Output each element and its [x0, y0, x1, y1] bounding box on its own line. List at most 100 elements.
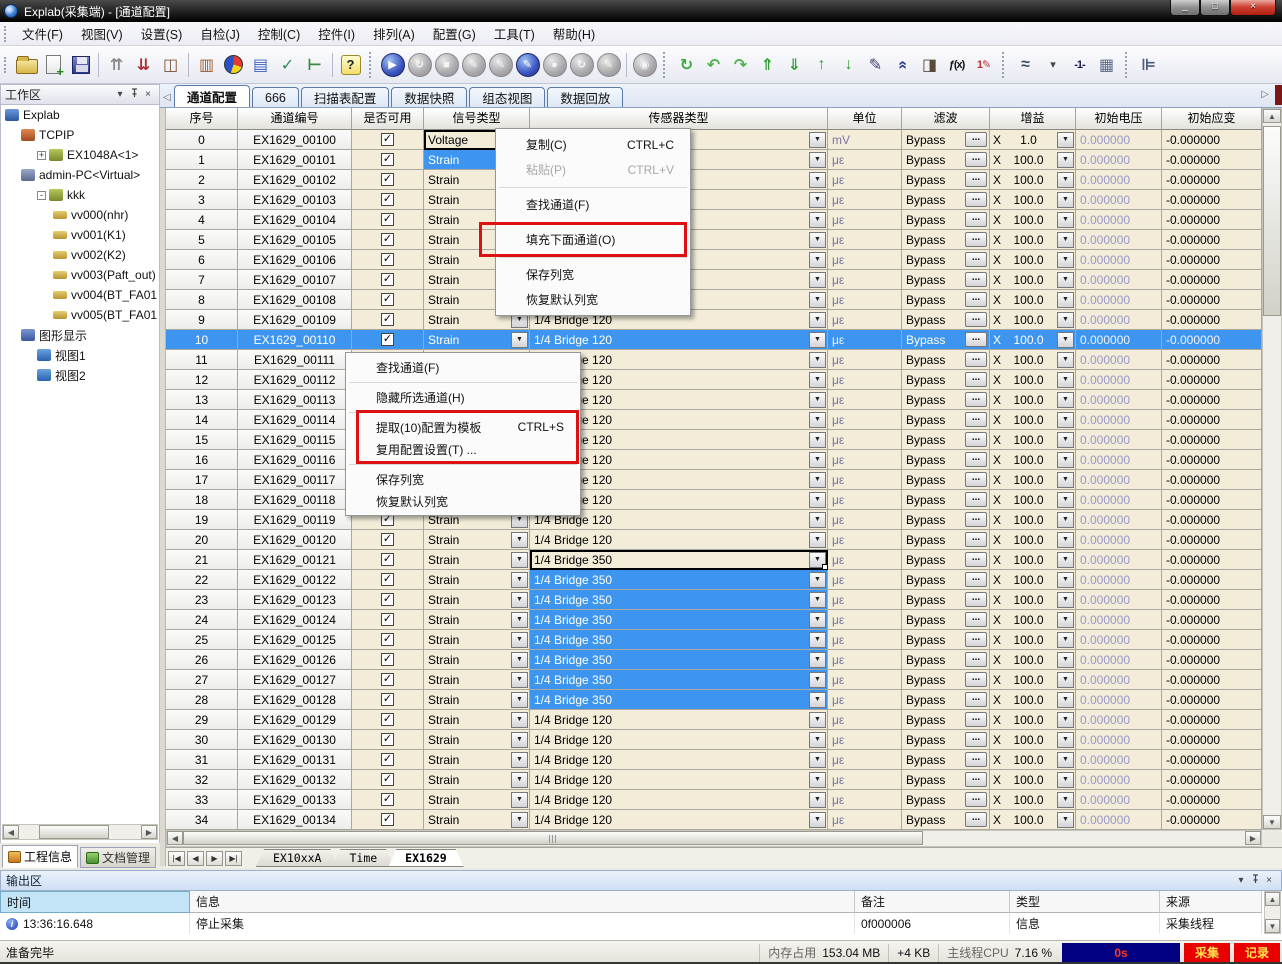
dropdown-arrow-icon[interactable]: ▼: [1057, 512, 1074, 528]
tree-node-vv005-bt_fa01[interactable]: vv005(BT_FA01: [1, 305, 159, 325]
cell-signal-type[interactable]: Strain▼: [424, 730, 530, 750]
dropdown-arrow-icon[interactable]: ▼: [1057, 332, 1074, 348]
cell-enabled[interactable]: ✓: [352, 770, 424, 790]
menu-item-8[interactable]: 工具(T): [485, 21, 544, 46]
checkbox-checked-icon[interactable]: ✓: [381, 153, 394, 166]
dropdown-arrow-icon[interactable]: ▼: [1057, 732, 1074, 748]
table-row[interactable]: 0EX1629_00100✓Voltage▼None▼mVBypass...X1…: [166, 130, 1262, 150]
menu-item-8[interactable]: 恢复默认列宽: [346, 490, 580, 512]
sheet-nav-0-icon[interactable]: |◀: [168, 851, 185, 866]
filter-browse-button[interactable]: ...: [965, 492, 987, 507]
cell-filter[interactable]: Bypass...: [902, 590, 990, 610]
record-indicator[interactable]: 记录: [1234, 943, 1280, 963]
cell-signal-type[interactable]: Strain▼: [424, 790, 530, 810]
wave-caret-icon[interactable]: ▾: [1039, 51, 1066, 78]
cell-sensor-type[interactable]: 1/4 Bridge 120▼: [530, 750, 828, 770]
scroll-up-icon[interactable]: ▲: [1265, 892, 1280, 906]
checkbox-checked-icon[interactable]: ✓: [381, 253, 394, 266]
sheet-tab-ex10xxa[interactable]: EX10xxA: [256, 849, 338, 867]
dropdown-arrow-icon[interactable]: ▼: [1057, 572, 1074, 588]
filter-browse-button[interactable]: ...: [965, 512, 987, 527]
cell-filter[interactable]: Bypass...: [902, 490, 990, 510]
cell-gain[interactable]: X100.0▼: [990, 590, 1076, 610]
checkbox-checked-icon[interactable]: ✓: [381, 293, 394, 306]
dropdown-arrow-icon[interactable]: ▼: [511, 692, 528, 708]
minimize-button[interactable]: _: [1170, 0, 1200, 16]
cell-filter[interactable]: Bypass...: [902, 650, 990, 670]
column-header-0[interactable]: 序号: [166, 108, 238, 130]
cell-enabled[interactable]: ✓: [352, 750, 424, 770]
output-close-icon[interactable]: ×: [1262, 875, 1276, 886]
scroll-down-icon[interactable]: ▼: [1265, 919, 1280, 933]
dropdown-arrow-icon[interactable]: ▼: [809, 712, 826, 728]
filter-browse-button[interactable]: ...: [965, 392, 987, 407]
formula-icon[interactable]: ƒ(x): [943, 51, 970, 78]
cell-enabled[interactable]: ✓: [352, 310, 424, 330]
cell-enabled[interactable]: ✓: [352, 670, 424, 690]
cell-gain[interactable]: X100.0▼: [990, 310, 1076, 330]
table-row[interactable]: 10EX1629_00110✓Strain▼1/4 Bridge 120▼μεB…: [166, 330, 1262, 350]
edit-values-icon[interactable]: 1✎: [970, 51, 997, 78]
tree-node--[interactable]: 图形显示: [1, 325, 159, 345]
new-file-icon[interactable]: [40, 51, 67, 78]
scroll-left-icon[interactable]: ◀: [167, 831, 183, 845]
menu-item-0[interactable]: 文件(F): [13, 21, 72, 46]
workspace-tab-doc[interactable]: 文档管理: [80, 847, 156, 868]
dropdown-arrow-icon[interactable]: ▼: [511, 572, 528, 588]
dropdown-arrow-icon[interactable]: ▼: [1057, 492, 1074, 508]
cell-enabled[interactable]: ✓: [352, 270, 424, 290]
filter-browse-button[interactable]: ...: [965, 352, 987, 367]
menu-item-1[interactable]: 粘贴(P)CTRL+V: [496, 157, 690, 182]
pie-chart-icon[interactable]: [220, 51, 247, 78]
dropdown-arrow-icon[interactable]: ▼: [809, 792, 826, 808]
filter-browse-button[interactable]: ...: [965, 592, 987, 607]
checkbox-checked-icon[interactable]: ✓: [381, 673, 394, 686]
cell-gain[interactable]: X100.0▼: [990, 530, 1076, 550]
menu-item-0[interactable]: 查找通道(F): [346, 356, 580, 378]
stop-icon[interactable]: ■: [433, 51, 460, 78]
cell-gain[interactable]: X100.0▼: [990, 490, 1076, 510]
workspace-menu-arrow-icon[interactable]: ▾: [113, 89, 127, 100]
cell-filter[interactable]: Bypass...: [902, 790, 990, 810]
table-row[interactable]: 11EX1629_00111✓Strain▼1/4 Bridge 120▼μεB…: [166, 350, 1262, 370]
cell-filter[interactable]: Bypass...: [902, 670, 990, 690]
cell-filter[interactable]: Bypass...: [902, 230, 990, 250]
cell-filter[interactable]: Bypass...: [902, 190, 990, 210]
table-row[interactable]: 34EX1629_00134✓Strain▼1/4 Bridge 120▼μεB…: [166, 810, 1262, 830]
dropdown-arrow-icon[interactable]: ▼: [809, 432, 826, 448]
dropdown-arrow-icon[interactable]: ▼: [809, 232, 826, 248]
filter-browse-button[interactable]: ...: [965, 232, 987, 247]
cell-filter[interactable]: Bypass...: [902, 510, 990, 530]
table-row[interactable]: 12EX1629_00112✓Strain▼1/4 Bridge 120▼μεB…: [166, 370, 1262, 390]
cell-enabled[interactable]: ✓: [352, 190, 424, 210]
checkbox-checked-icon[interactable]: ✓: [381, 593, 394, 606]
dropdown-arrow-icon[interactable]: ▼: [809, 412, 826, 428]
table-row[interactable]: 4EX1629_00104✓Strain▼1/4 Bridge 120▼μεBy…: [166, 210, 1262, 230]
cell-enabled[interactable]: ✓: [352, 710, 424, 730]
cell-filter[interactable]: Bypass...: [902, 470, 990, 490]
dropdown-arrow-icon[interactable]: ▼: [1057, 412, 1074, 428]
dropdown-arrow-icon[interactable]: ▼: [809, 312, 826, 328]
cell-enabled[interactable]: ✓: [352, 550, 424, 570]
table-row[interactable]: 30EX1629_00130✓Strain▼1/4 Bridge 120▼μεB…: [166, 730, 1262, 750]
dropdown-arrow-icon[interactable]: ▼: [1057, 272, 1074, 288]
cell-filter[interactable]: Bypass...: [902, 810, 990, 830]
cell-signal-type[interactable]: Strain▼: [424, 610, 530, 630]
checkbox-checked-icon[interactable]: ✓: [381, 573, 394, 586]
snapshot-icon[interactable]: ◉: [631, 51, 658, 78]
menu-item-2[interactable]: 设置(S): [132, 21, 192, 46]
dropdown-arrow-icon[interactable]: ▼: [1057, 692, 1074, 708]
scroll-thumb[interactable]: [39, 825, 109, 839]
cell-sensor-type[interactable]: 1/4 Bridge 120▼: [530, 730, 828, 750]
cell-sensor-type[interactable]: 1/4 Bridge 350▼: [530, 630, 828, 650]
fill-handle[interactable]: [822, 564, 828, 570]
menu-item-7[interactable]: 配置(G): [424, 21, 485, 46]
cell-gain[interactable]: X100.0▼: [990, 510, 1076, 530]
filter-browse-button[interactable]: ...: [965, 772, 987, 787]
table-row[interactable]: 21EX1629_00121✓Strain▼1/4 Bridge 350▼μεB…: [166, 550, 1262, 570]
table-row[interactable]: 20EX1629_00120✓Strain▼1/4 Bridge 120▼μεB…: [166, 530, 1262, 550]
cell-gain[interactable]: X100.0▼: [990, 790, 1076, 810]
workspace-tab-proj[interactable]: 工程信息: [2, 845, 78, 868]
expand-plus-icon[interactable]: +: [37, 151, 46, 160]
column-header-3[interactable]: 信号类型: [424, 108, 530, 130]
